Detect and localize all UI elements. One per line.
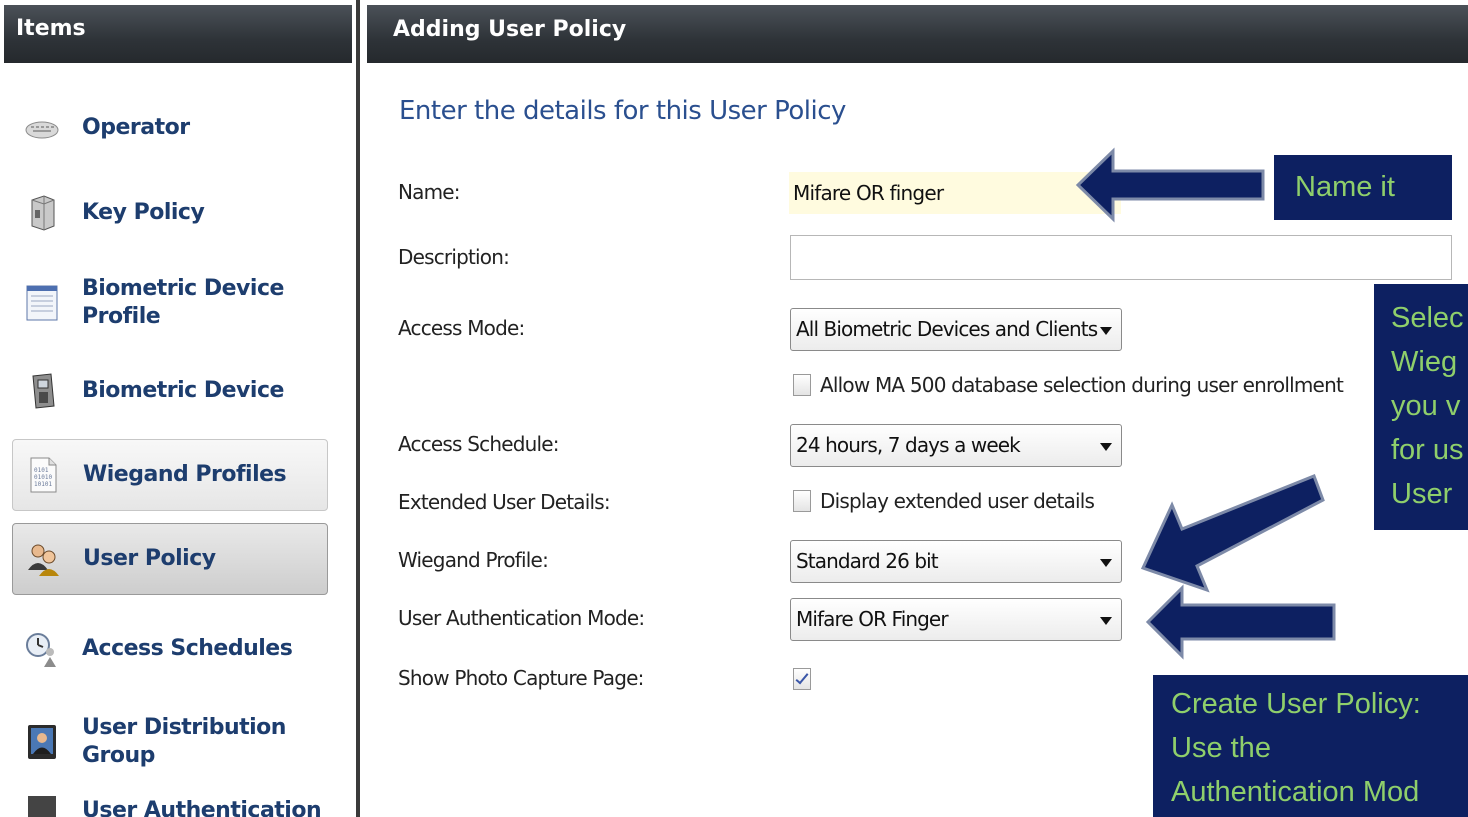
user-authentication-mode-label: User Authentication Mode: xyxy=(398,606,645,630)
sidebar-item-label: User Authentication xyxy=(82,798,322,817)
callout-name-it-text: Name it xyxy=(1295,171,1395,203)
extended-user-details-checkbox[interactable] xyxy=(793,490,811,512)
callout-line: Use the xyxy=(1171,732,1271,764)
callout-line: for us xyxy=(1391,434,1464,466)
auth-icon xyxy=(24,788,60,817)
callout-line: User xyxy=(1391,478,1453,510)
show-photo-capture-checkbox[interactable] xyxy=(793,668,811,690)
sidebar-item-access-schedules[interactable]: Access Schedules xyxy=(12,613,328,685)
binary-file-icon: 0101 01010 10101 xyxy=(25,456,61,494)
access-mode-select[interactable]: All Biometric Devices and Clients xyxy=(790,308,1122,351)
keyboard-icon xyxy=(24,109,60,147)
clock-user-icon xyxy=(24,630,60,668)
server-icon xyxy=(24,194,60,232)
sidebar-item-biometric-device-profile[interactable]: Biometric Device Profile xyxy=(12,267,328,339)
chevron-down-icon xyxy=(1100,327,1112,335)
name-field[interactable] xyxy=(789,172,1121,214)
callout-line: you v xyxy=(1391,390,1461,422)
sidebar-item-user-distribution-group[interactable]: User Distribution Group xyxy=(12,706,328,778)
items-panel-header: Items xyxy=(4,5,352,63)
sidebar-item-label: Access Schedules xyxy=(82,636,293,661)
callout-line: Create User Policy: xyxy=(1171,688,1421,720)
allow-ma500-checkbox[interactable] xyxy=(793,374,811,396)
sidebar-item-biometric-device[interactable]: Biometric Device xyxy=(12,355,328,427)
user-authentication-mode-value: Mifare OR Finger xyxy=(796,607,949,631)
svg-text:10101: 10101 xyxy=(34,481,52,488)
access-mode-value: All Biometric Devices and Clients xyxy=(796,317,1098,341)
reader-device-icon xyxy=(24,372,60,410)
extended-user-details-checkbox-label: Display extended user details xyxy=(820,489,1095,513)
description-field[interactable] xyxy=(790,235,1452,280)
sidebar-item-wiegand-profiles[interactable]: 0101 01010 10101 Wiegand Profiles xyxy=(12,439,328,511)
callout-create-user-policy: Create User Policy: Use the Authenticati… xyxy=(1153,675,1468,817)
items-panel: Items Operator Key Policy Biometric Devi… xyxy=(0,0,352,817)
callout-name-it: Name it xyxy=(1274,155,1452,220)
sidebar-item-label: Operator xyxy=(82,115,190,140)
svg-text:0101: 0101 xyxy=(34,467,49,474)
callout-line: Authentication Mod xyxy=(1171,776,1420,808)
sidebar-item-label: Biometric Device Profile xyxy=(82,276,284,329)
sidebar-item-label: Key Policy xyxy=(82,200,205,225)
allow-ma500-label: Allow MA 500 database selection during u… xyxy=(820,373,1344,397)
access-schedule-label: Access Schedule: xyxy=(398,432,559,456)
users-icon xyxy=(25,540,61,578)
sidebar-item-label: User Policy xyxy=(83,546,216,571)
sidebar-item-label: Wiegand Profiles xyxy=(83,462,287,487)
wiegand-profile-label: Wiegand Profile: xyxy=(398,548,549,572)
callout-line: Selec xyxy=(1391,302,1464,334)
chevron-down-icon xyxy=(1100,617,1112,625)
svg-text:01010: 01010 xyxy=(34,474,52,481)
name-label: Name: xyxy=(398,180,461,204)
sidebar-item-user-policy[interactable]: User Policy xyxy=(12,523,328,595)
access-schedule-select[interactable]: 24 hours, 7 days a week xyxy=(790,424,1122,467)
callout-line: Wieg xyxy=(1391,346,1458,378)
wiegand-profile-value: Standard 26 bit xyxy=(796,549,939,573)
sidebar-item-key-policy[interactable]: Key Policy xyxy=(12,177,328,249)
chevron-down-icon xyxy=(1100,559,1112,567)
access-schedule-value: 24 hours, 7 days a week xyxy=(796,433,1021,457)
details-panel-header: Adding User Policy xyxy=(367,5,1468,63)
show-photo-capture-label: Show Photo Capture Page: xyxy=(398,666,644,690)
access-mode-label: Access Mode: xyxy=(398,316,525,340)
sidebar-item-label: Biometric Device xyxy=(82,378,284,403)
sidebar-item-operator[interactable]: Operator xyxy=(12,92,328,164)
document-icon xyxy=(24,284,60,322)
user-portrait-icon xyxy=(24,723,60,761)
description-label: Description: xyxy=(398,245,510,269)
wiegand-profile-select[interactable]: Standard 26 bit xyxy=(790,540,1122,583)
sidebar-item-label: User Distribution Group xyxy=(82,715,286,768)
form-intro: Enter the details for this User Policy xyxy=(399,96,846,126)
panel-splitter[interactable] xyxy=(352,0,367,817)
user-authentication-mode-select[interactable]: Mifare OR Finger xyxy=(790,598,1122,641)
chevron-down-icon xyxy=(1100,443,1112,451)
callout-select-wiegand: Selec Wieg you v for us User xyxy=(1374,284,1468,530)
extended-user-details-label: Extended User Details: xyxy=(398,490,611,514)
sidebar-item-user-authentication[interactable]: User Authentication xyxy=(12,785,328,817)
